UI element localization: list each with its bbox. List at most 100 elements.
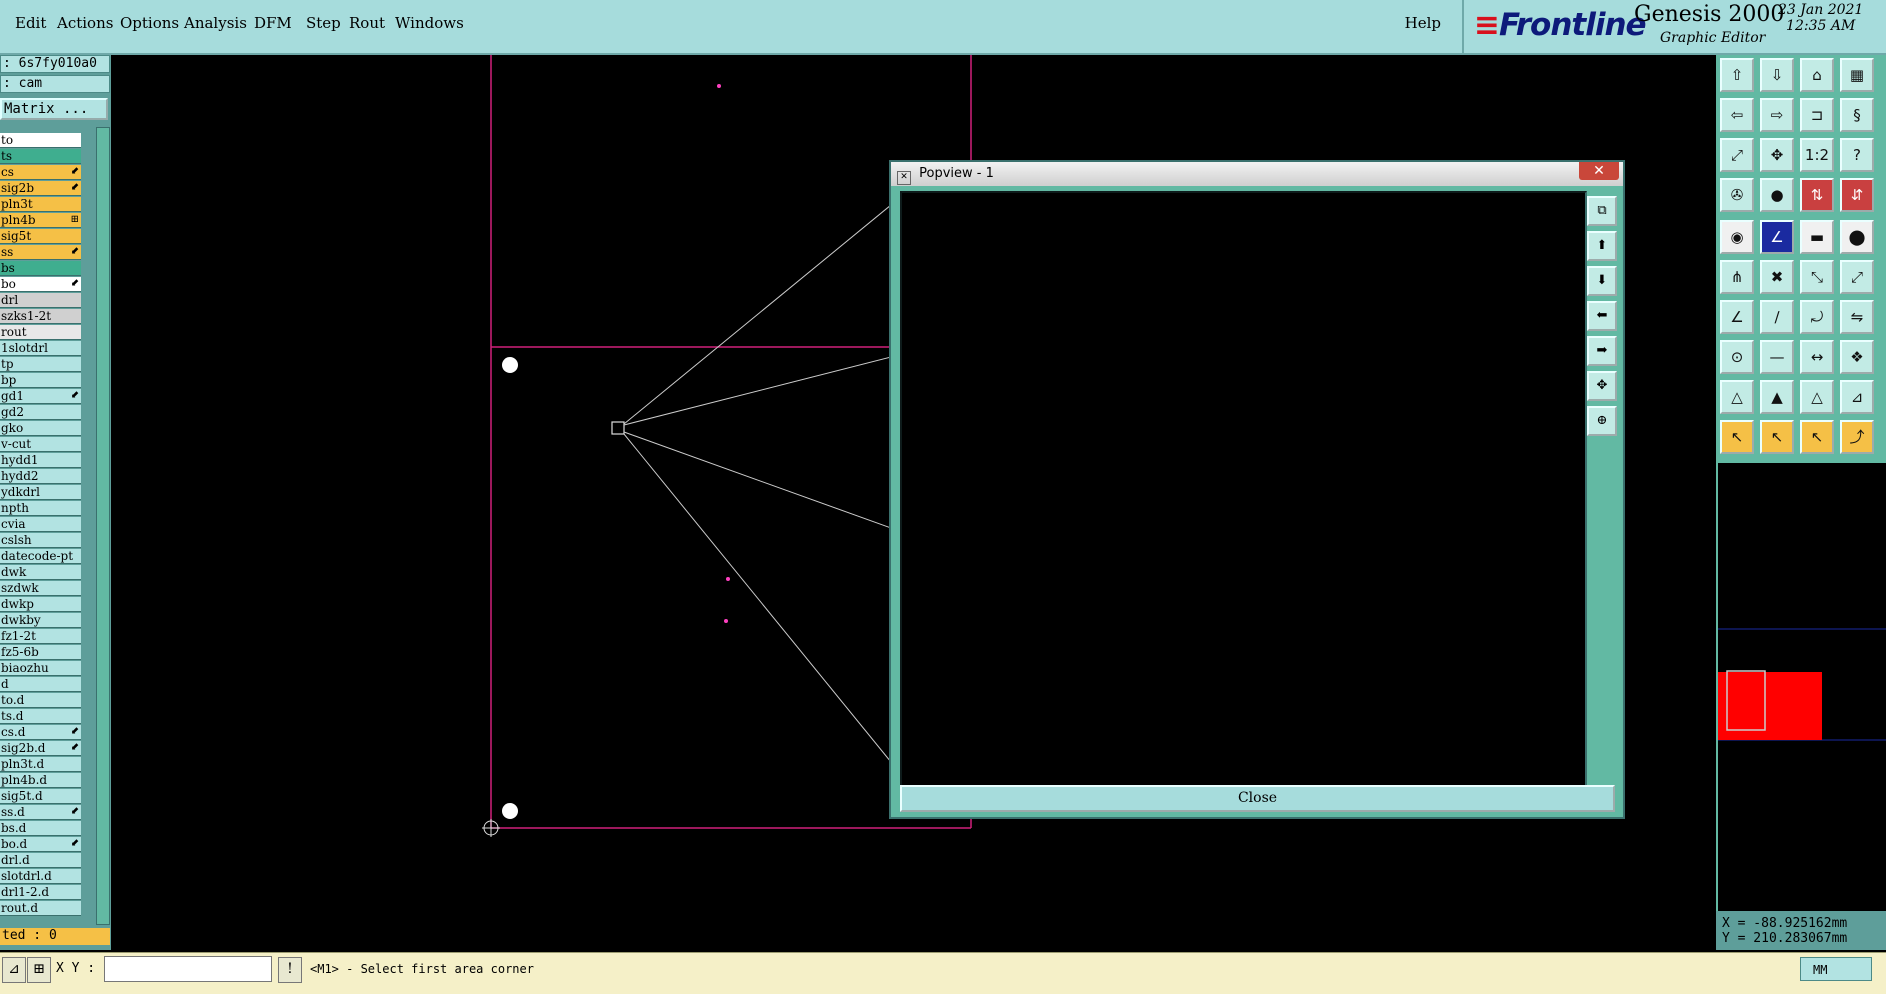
zoom-in-icon[interactable]: ⊕ bbox=[1587, 406, 1617, 436]
layer-item[interactable]: szdwk bbox=[0, 581, 81, 596]
layer-item[interactable]: hydd1 bbox=[0, 453, 81, 468]
filter-alt-icon[interactable]: ⇵ bbox=[1840, 178, 1874, 212]
layer-item[interactable]: pln4b.d bbox=[0, 773, 81, 788]
measure-icon[interactable]: ✇ bbox=[1720, 178, 1754, 212]
menu-windows[interactable]: Windows bbox=[395, 14, 464, 32]
layer-item[interactable]: datecode-pt bbox=[0, 549, 81, 564]
layer-item[interactable]: gd2 bbox=[0, 405, 81, 420]
add-circle-icon[interactable]: ⬤ bbox=[1840, 220, 1874, 254]
menu-options[interactable]: Options bbox=[120, 14, 179, 32]
layer-item[interactable]: d bbox=[0, 677, 81, 692]
view-left-icon[interactable]: ⇦ bbox=[1720, 98, 1754, 132]
layer-item[interactable]: npth bbox=[0, 501, 81, 516]
resize-icon[interactable]: ↔ bbox=[1800, 340, 1834, 374]
units-selector[interactable]: MM bbox=[1800, 957, 1872, 981]
layer-item[interactable]: cvia bbox=[0, 517, 81, 532]
home-icon[interactable]: ⌂ bbox=[1800, 58, 1834, 92]
layer-item[interactable]: drl.d bbox=[0, 853, 81, 868]
layer-item[interactable]: to.d bbox=[0, 693, 81, 708]
layer-item[interactable]: cs.d ⬋ bbox=[0, 725, 81, 740]
flip-icon[interactable]: ⇋ bbox=[1840, 300, 1874, 334]
layer-item[interactable]: ss.d ⬋ bbox=[0, 805, 81, 820]
popview-titlebar[interactable]: ✕ Popview - 1 ✕ bbox=[891, 162, 1623, 186]
alert-icon[interactable]: ! bbox=[278, 957, 302, 983]
select-area-icon[interactable]: ↖ bbox=[1760, 420, 1794, 454]
layer-item[interactable]: szks1-2t bbox=[0, 309, 81, 324]
layer-item[interactable]: drl1-2.d bbox=[0, 885, 81, 900]
layer-item[interactable]: bp bbox=[0, 373, 81, 388]
layer-item[interactable]: tp bbox=[0, 357, 81, 372]
layer-item[interactable]: gd1 ⬋ bbox=[0, 389, 81, 404]
triangle-edit-icon[interactable]: ⊿ bbox=[1840, 380, 1874, 414]
help-icon[interactable]: ? bbox=[1840, 138, 1874, 172]
xy-input[interactable] bbox=[104, 956, 272, 982]
window-menu-icon[interactable]: ✕ bbox=[897, 171, 911, 185]
triangle-icon[interactable]: △ bbox=[1720, 380, 1754, 414]
layer-item[interactable]: dwk bbox=[0, 565, 81, 580]
layer-item[interactable]: pln3t.d bbox=[0, 757, 81, 772]
fit-icon[interactable]: ⧉ bbox=[1587, 196, 1617, 226]
select-net-icon[interactable]: ⤴ bbox=[1840, 420, 1874, 454]
layer-item[interactable]: sig2b.d ⬋ bbox=[0, 741, 81, 756]
copy-icon[interactable]: ⤢ bbox=[1840, 260, 1874, 294]
layer-item[interactable]: sig5t bbox=[0, 229, 81, 244]
popview-close-button[interactable]: Close bbox=[900, 785, 1615, 812]
layer-item[interactable]: ydkdrl bbox=[0, 485, 81, 500]
layer-item[interactable]: drl bbox=[0, 293, 81, 308]
select-polygon-icon[interactable]: ↖ bbox=[1800, 420, 1834, 454]
layer-item[interactable]: ts.d bbox=[0, 709, 81, 724]
menu-edit[interactable]: Edit bbox=[15, 14, 46, 32]
layer-item[interactable]: cs ⬋ bbox=[0, 165, 81, 180]
layer-item[interactable]: bs.d bbox=[0, 821, 81, 836]
zoom-up-icon[interactable]: ⬆ bbox=[1587, 231, 1617, 261]
menu-analysis[interactable]: Analysis bbox=[184, 14, 247, 32]
layer-item[interactable]: dwkp bbox=[0, 597, 81, 612]
layer-item[interactable]: gko bbox=[0, 421, 81, 436]
layer-scrollbar[interactable] bbox=[96, 127, 110, 925]
layer-item[interactable]: sig5t.d bbox=[0, 789, 81, 804]
pan-right-icon[interactable]: ➡ bbox=[1587, 336, 1617, 366]
popview-canvas[interactable] bbox=[900, 191, 1587, 787]
menu-actions[interactable]: Actions bbox=[57, 14, 113, 32]
layer-item[interactable]: rout bbox=[0, 325, 81, 340]
add-pad-icon[interactable]: ◉ bbox=[1720, 220, 1754, 254]
snap-icon[interactable]: § bbox=[1840, 98, 1874, 132]
layer-item[interactable]: sig2b ⬋ bbox=[0, 181, 81, 196]
select-arrow-icon[interactable]: ↖ bbox=[1720, 420, 1754, 454]
mode-icon[interactable]: ⊿ bbox=[2, 957, 26, 983]
slope-icon[interactable]: ∕ bbox=[1760, 300, 1794, 334]
layer-item[interactable]: hydd2 bbox=[0, 469, 81, 484]
connect-icon[interactable]: ⋔ bbox=[1720, 260, 1754, 294]
pad-icon[interactable]: ● bbox=[1760, 178, 1794, 212]
layer-item[interactable]: bo.d ⬋ bbox=[0, 837, 81, 852]
layer-item[interactable]: pln3t bbox=[0, 197, 81, 212]
menu-step[interactable]: Step bbox=[306, 14, 341, 32]
view-up-icon[interactable]: ⇧ bbox=[1720, 58, 1754, 92]
move-icon[interactable]: ⤡ bbox=[1800, 260, 1834, 294]
fit-all-icon[interactable]: ⤢ bbox=[1720, 138, 1754, 172]
view-right-icon[interactable]: ⇨ bbox=[1760, 98, 1794, 132]
arc-icon[interactable]: ⤾ bbox=[1800, 300, 1834, 334]
matrix-button[interactable]: Matrix ... bbox=[0, 98, 108, 120]
layer-item[interactable]: fz5-6b bbox=[0, 645, 81, 660]
layer-item[interactable]: bo ⬋ bbox=[0, 277, 81, 292]
menu-help[interactable]: Help bbox=[1405, 14, 1441, 32]
menu-dfm[interactable]: DFM bbox=[254, 14, 292, 32]
layer-item[interactable]: biaozhu bbox=[0, 661, 81, 676]
layer-item[interactable]: dwkby bbox=[0, 613, 81, 628]
layer-item[interactable]: rout.d bbox=[0, 901, 81, 916]
add-line-icon[interactable]: ∠ bbox=[1760, 220, 1794, 254]
layer-item[interactable]: fz1-2t bbox=[0, 629, 81, 644]
triangle-alt-icon[interactable]: ▲ bbox=[1760, 380, 1794, 414]
pan-left-icon[interactable]: ⬅ bbox=[1587, 301, 1617, 331]
layer-item[interactable]: ss ⬋ bbox=[0, 245, 81, 260]
add-surface-icon[interactable]: ▬ bbox=[1800, 220, 1834, 254]
menu-rout[interactable]: Rout bbox=[349, 14, 385, 32]
triangle-outline-icon[interactable]: △ bbox=[1800, 380, 1834, 414]
overview-map[interactable] bbox=[1716, 463, 1886, 911]
layer-item[interactable]: 1slotdrl bbox=[0, 341, 81, 356]
angle-icon[interactable]: ∠ bbox=[1720, 300, 1754, 334]
zoom-down-icon[interactable]: ⬇ bbox=[1587, 266, 1617, 296]
mirror-icon[interactable]: ⊐ bbox=[1800, 98, 1834, 132]
zoom-out-icon[interactable]: ✥ bbox=[1587, 371, 1617, 401]
